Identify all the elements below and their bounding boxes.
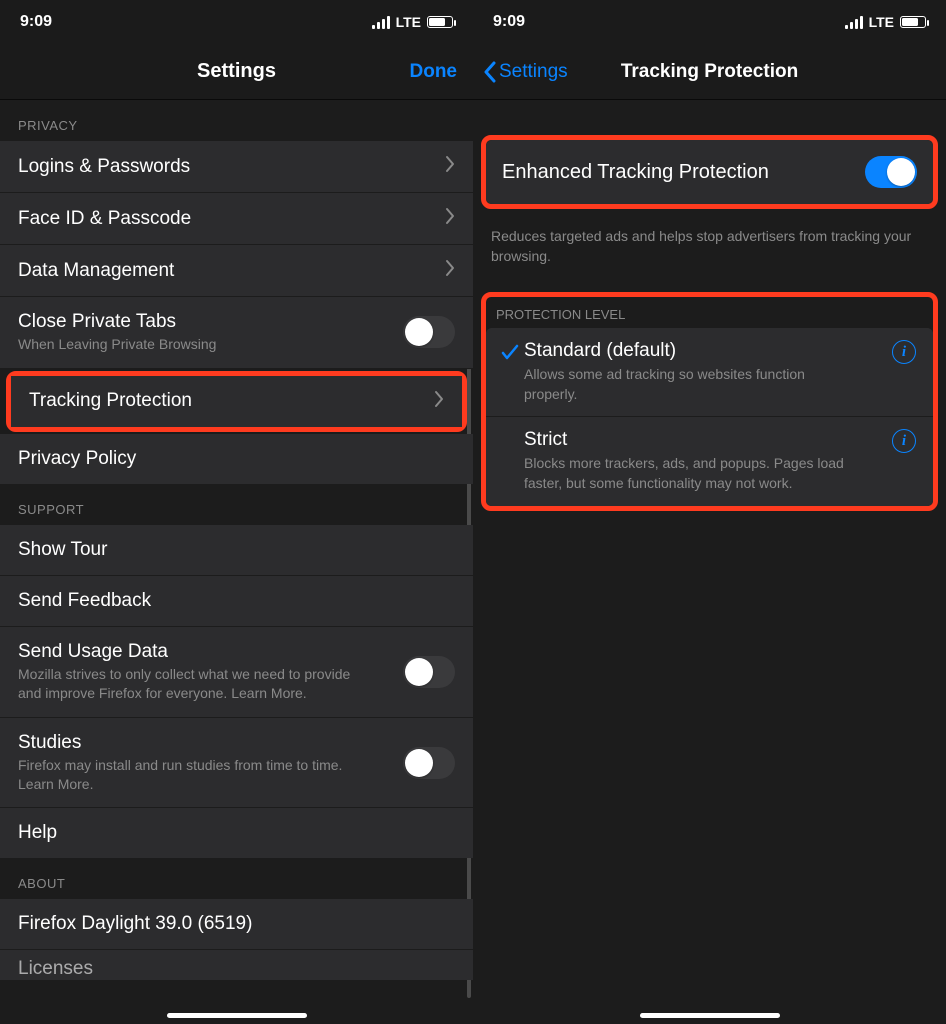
row-studies[interactable]: Studies Firefox may install and run stud… — [0, 718, 473, 809]
row-tracking-protection[interactable]: Tracking Protection — [11, 376, 462, 427]
row-licenses[interactable]: Licenses — [0, 950, 473, 980]
chevron-right-icon — [434, 390, 444, 413]
chevron-left-icon — [483, 61, 497, 83]
status-bar: 9:09 LTE — [473, 0, 946, 44]
usage-toggle[interactable] — [403, 656, 455, 688]
highlight-protection-level: PROTECTION LEVEL Standard (default) Allo… — [481, 292, 938, 510]
section-header-support: SUPPORT — [0, 484, 473, 525]
section-header-protection-level: PROTECTION LEVEL — [486, 297, 933, 328]
signal-icon — [372, 16, 390, 29]
label: Close Private Tabs — [18, 311, 403, 333]
nav-bar: Settings Done — [0, 44, 473, 100]
label: Help — [18, 822, 455, 844]
battery-icon — [900, 16, 926, 28]
row-send-usage-data[interactable]: Send Usage Data Mozilla strives to only … — [0, 627, 473, 718]
label: Logins & Passwords — [18, 156, 445, 178]
label: Face ID & Passcode — [18, 208, 445, 230]
settings-list: PRIVACY Logins & Passwords Face ID & Pas… — [0, 100, 473, 1024]
sublabel: Allows some ad tracking so websites func… — [524, 365, 834, 404]
section-header-privacy: PRIVACY — [0, 100, 473, 141]
etp-description: Reduces targeted ads and helps stop adve… — [473, 217, 946, 274]
label: Send Usage Data — [18, 641, 403, 663]
back-label: Settings — [499, 61, 568, 83]
label: Show Tour — [18, 539, 455, 561]
signal-icon — [845, 16, 863, 29]
row-privacy-policy[interactable]: Privacy Policy — [0, 434, 473, 484]
row-logins-passwords[interactable]: Logins & Passwords — [0, 141, 473, 193]
label: Tracking Protection — [29, 390, 434, 412]
etp-toggle[interactable] — [865, 156, 917, 188]
nav-bar: Settings Tracking Protection — [473, 44, 946, 100]
row-standard[interactable]: Standard (default) Allows some ad tracki… — [486, 328, 933, 417]
settings-screen: 9:09 LTE Settings Done PRIVACY Logins & … — [0, 0, 473, 1024]
label: Strict — [524, 429, 889, 451]
clock: 9:09 — [20, 13, 52, 31]
studies-toggle[interactable] — [403, 747, 455, 779]
row-faceid-passcode[interactable]: Face ID & Passcode — [0, 193, 473, 245]
row-enhanced-tracking-protection[interactable]: Enhanced Tracking Protection — [486, 140, 933, 204]
label: Enhanced Tracking Protection — [502, 161, 769, 184]
home-indicator[interactable] — [640, 1013, 780, 1018]
sublabel: Firefox may install and run studies from… — [18, 756, 358, 794]
row-send-feedback[interactable]: Send Feedback — [0, 576, 473, 627]
network-label: LTE — [396, 14, 421, 30]
highlight-etp: Enhanced Tracking Protection — [481, 135, 938, 209]
info-icon[interactable]: i — [892, 340, 916, 364]
back-button[interactable]: Settings — [483, 61, 568, 83]
chevron-right-icon — [445, 207, 455, 230]
battery-icon — [427, 16, 453, 28]
row-version[interactable]: Firefox Daylight 39.0 (6519) — [0, 899, 473, 950]
sublabel: Blocks more trackers, ads, and popups. P… — [524, 454, 884, 493]
clock: 9:09 — [493, 13, 525, 31]
close-tabs-toggle[interactable] — [403, 316, 455, 348]
label: Studies — [18, 732, 403, 754]
status-bar: 9:09 LTE — [0, 0, 473, 44]
page-title: Tracking Protection — [621, 61, 798, 83]
info-icon[interactable]: i — [892, 429, 916, 453]
chevron-right-icon — [445, 155, 455, 178]
row-data-management[interactable]: Data Management — [0, 245, 473, 297]
checkmark-icon — [501, 344, 519, 362]
row-strict[interactable]: Strict Blocks more trackers, ads, and po… — [486, 417, 933, 505]
label: Standard (default) — [524, 340, 889, 362]
highlight-tracking-row: Tracking Protection — [6, 371, 467, 432]
section-header-about: ABOUT — [0, 858, 473, 899]
tracking-protection-screen: 9:09 LTE Settings Tracking Protection En… — [473, 0, 946, 1024]
row-show-tour[interactable]: Show Tour — [0, 525, 473, 576]
label: Privacy Policy — [18, 448, 455, 470]
tp-content: Enhanced Tracking Protection Reduces tar… — [473, 100, 946, 1024]
sublabel: When Leaving Private Browsing — [18, 335, 403, 354]
row-help[interactable]: Help — [0, 808, 473, 858]
done-button[interactable]: Done — [410, 61, 458, 83]
label: Licenses — [18, 958, 455, 980]
label: Data Management — [18, 260, 445, 282]
home-indicator[interactable] — [167, 1013, 307, 1018]
row-close-private-tabs[interactable]: Close Private Tabs When Leaving Private … — [0, 297, 473, 369]
label: Send Feedback — [18, 590, 455, 612]
network-label: LTE — [869, 14, 894, 30]
chevron-right-icon — [445, 259, 455, 282]
page-title: Settings — [197, 60, 276, 83]
label: Firefox Daylight 39.0 (6519) — [18, 913, 455, 935]
sublabel: Mozilla strives to only collect what we … — [18, 665, 358, 703]
